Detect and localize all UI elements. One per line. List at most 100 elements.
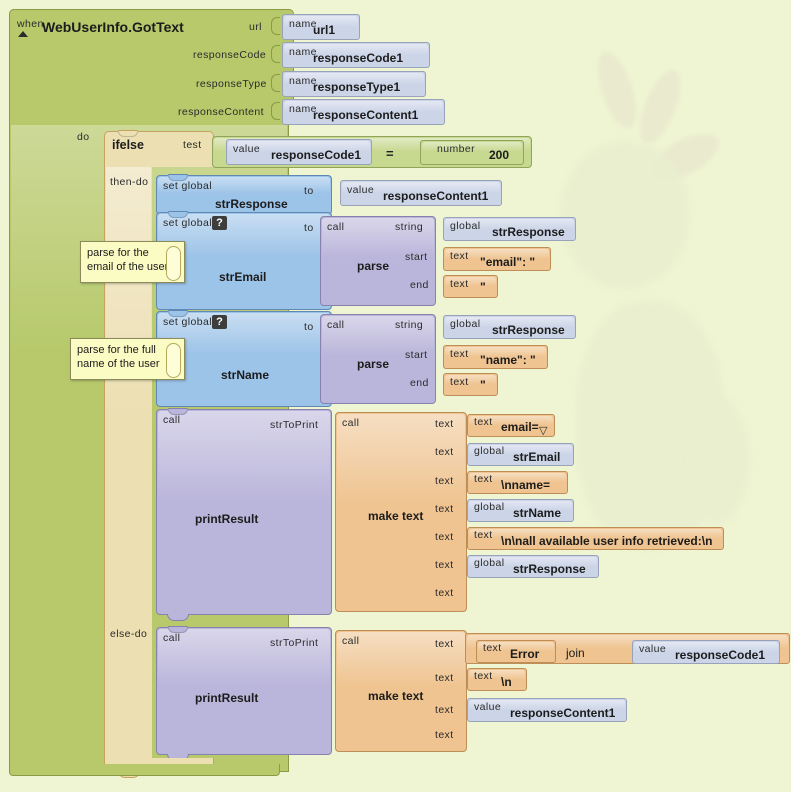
slot-label-else-3: text (435, 729, 454, 741)
call-printresult-else[interactable]: call printResult strToPrint (156, 627, 332, 755)
comment-stremail[interactable]: parse for the email of the user (80, 241, 185, 283)
call-label: call (327, 221, 345, 233)
sublabel-value: value (474, 701, 502, 713)
socket-url (271, 17, 280, 35)
call-label: call (342, 417, 360, 429)
make-text-else-item-1[interactable]: text \n (467, 668, 527, 691)
slot-label-else-2: text (435, 704, 454, 716)
text-name-start[interactable]: text "name": " (443, 345, 548, 369)
arg-label-strtoprint: strToPrint (270, 637, 319, 649)
param-name-responsetype1[interactable]: name responseType1 (282, 71, 426, 97)
text-value-email-eq: email= (501, 420, 539, 434)
param-name-responsecontent1[interactable]: name responseContent1 (282, 99, 445, 125)
text-value-name-end: " (480, 378, 486, 392)
to-label: to (304, 185, 314, 197)
global-name-strname: strName (513, 506, 562, 520)
slot-label-text-0: text (435, 418, 454, 430)
make-text-item-6-empty[interactable] (461, 583, 471, 603)
param-name-responsecode1[interactable]: name responseCode1 (282, 42, 430, 68)
sublabel-global: global (474, 501, 505, 513)
value-responsecode1: responseCode1 (271, 148, 362, 162)
param-value-responsecontent1: responseContent1 (313, 108, 419, 122)
comment-resize-handle[interactable] (166, 343, 181, 378)
global-name-strresponse: strResponse (492, 225, 565, 239)
set-strname-top-notch (168, 310, 188, 317)
when-label: when (17, 18, 44, 30)
join-label: join (566, 646, 585, 660)
make-text-item-5[interactable]: global strResponse (467, 555, 599, 578)
sublabel-number: number (437, 143, 476, 155)
make-text-item-1[interactable]: global strEmail (467, 443, 574, 466)
get-responsecode1[interactable]: value responseCode1 (226, 139, 372, 165)
question-mark-icon[interactable]: ? (212, 315, 227, 329)
param-name-url1[interactable]: name url1 (282, 14, 360, 40)
get-responsecontent1-then[interactable]: value responseContent1 (340, 180, 502, 206)
make-text-item-2[interactable]: text \nname= (467, 471, 568, 494)
make-text-item-3[interactable]: global strName (467, 499, 574, 522)
call-label: call (163, 414, 181, 426)
question-mark-icon[interactable]: ? (212, 216, 227, 230)
call-printresult-then[interactable]: call printResult strToPrint (156, 409, 332, 615)
set-global-label: set global (163, 180, 212, 192)
value-name-responsecode1: responseCode1 (675, 648, 766, 662)
slot-label-text-2: text (435, 475, 454, 487)
make-text-title: make text (368, 509, 424, 523)
sublabel-text: text (474, 416, 493, 428)
sublabel-text: text (483, 642, 502, 654)
set-global-strresponse[interactable]: set global strResponse to (156, 175, 332, 215)
text-email-start[interactable]: text "email": " (443, 247, 551, 271)
ifelse-test-label: test (183, 139, 202, 151)
triangle-down-icon[interactable]: ▽ (539, 424, 549, 437)
make-text-else-item-2[interactable]: value responseContent1 (467, 698, 627, 722)
number-200-block[interactable]: number 200 (420, 140, 524, 165)
call-label: call (327, 319, 345, 331)
sublabel-text: text (450, 348, 469, 360)
set-global-label: set global (163, 316, 212, 328)
blocks-workspace[interactable]: when WebUserInfo.GotText url name url1 r… (0, 0, 791, 792)
param-label-url: url (249, 21, 262, 33)
global-strresponse-email[interactable]: global strResponse (443, 217, 576, 241)
ifelse-block[interactable] (104, 131, 152, 772)
printresult-then-bottom-notch (167, 614, 189, 621)
text-value-allinfo: \n\nall available user info retrieved:\n (501, 534, 713, 548)
global-strresponse-name[interactable]: global strResponse (443, 315, 576, 339)
arg-label-string-name: string (395, 319, 424, 331)
to-label: to (304, 321, 314, 333)
arg-label-start-name: start (405, 349, 428, 361)
do-label: do (77, 131, 90, 143)
triangle-up-icon[interactable] (18, 31, 28, 37)
slot-label-text-3: text (435, 503, 454, 515)
text-value-name-start: "name": " (480, 353, 536, 367)
text-error[interactable]: text Error (476, 640, 556, 663)
param-value-responsecode1: responseCode1 (313, 51, 404, 65)
slot-label-text-6: text (435, 587, 454, 599)
arg-label-start-email: start (405, 251, 428, 263)
text-value-nname: \nname= (501, 478, 551, 492)
sublabel-text: text (474, 473, 493, 485)
set-stremail-top-notch (168, 211, 188, 218)
arg-label-end-email: end (410, 279, 429, 291)
text-email-end[interactable]: text " (443, 275, 498, 298)
slot-label-else-1: text (435, 672, 454, 684)
text-name-end[interactable]: text " (443, 373, 498, 396)
make-text-else-item-3-empty[interactable] (461, 726, 471, 746)
sublabel-text: text (450, 376, 469, 388)
value-responsecode1-else[interactable]: value responseCode1 (632, 640, 780, 664)
arg-label-string-email: string (395, 221, 424, 233)
text-value-error: Error (510, 647, 540, 661)
value-name-responsecontent1: responseContent1 (510, 706, 616, 720)
value-responsecontent1: responseContent1 (383, 189, 489, 203)
procedure-name-parse: parse (357, 259, 390, 273)
printresult-else-top-notch (168, 626, 188, 633)
make-text-item-4[interactable]: text \n\nall available user info retriev… (467, 527, 724, 550)
comment-line-1: parse for the email of the user (87, 247, 169, 273)
make-text-title: make text (368, 689, 424, 703)
param-label-responsetype: responseType (196, 78, 267, 90)
comment-resize-handle[interactable] (166, 246, 181, 281)
param-label-responsecode: responseCode (193, 49, 267, 61)
slot-label-else-0: text (435, 638, 454, 650)
call-label: call (342, 635, 360, 647)
socket-responsecontent (271, 102, 280, 120)
comment-strname[interactable]: parse for the full name of the user (70, 338, 185, 380)
make-text-item-0[interactable]: text email= ▽ (467, 414, 555, 437)
